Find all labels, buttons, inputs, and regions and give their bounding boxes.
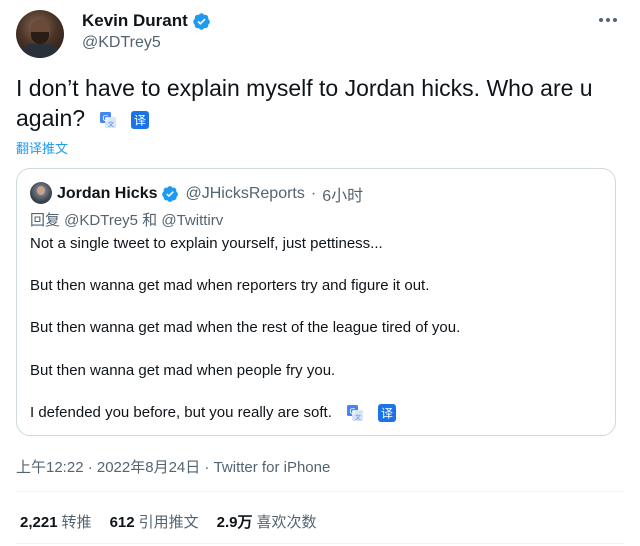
quotes-label: 引用推文 [138,514,199,531]
chinese-translate-icon: 译 [131,110,150,129]
svg-text:文: 文 [355,414,361,422]
verified-badge-icon [192,12,210,30]
author-avatar[interactable] [16,10,64,58]
retweets-label: 转推 [61,514,92,531]
google-translate-icon: G 文 [100,111,117,128]
quoted-separator: · [310,185,317,202]
author-handle[interactable]: @KDTrey5 [82,34,161,52]
quoted-text-line: But then wanna get mad when people fry y… [30,362,336,379]
retweets-count: 2,221 [20,514,58,531]
translate-icons: G 文 译 [346,404,397,423]
svg-text:译: 译 [134,113,146,127]
quotes-count: 612 [109,514,135,531]
chinese-translate-icon: 译 [378,404,397,423]
quoted-tweet[interactable]: Jordan Hicks @JHicksReports · 6小时 回复 @KD… [16,168,616,436]
quoted-avatar [30,182,52,204]
verified-badge-icon [162,186,179,202]
quoted-last-line: I defended you before, but you really ar… [30,404,397,423]
quoted-time: 6小时 [322,188,364,205]
author-name[interactable]: Kevin Durant [82,11,188,31]
quoted-text-line: But then wanna get mad when the rest of … [30,319,461,336]
likes-stat[interactable]: 2.9万 喜欢次数 [217,511,317,532]
quoted-reply-to: 回复 @KDTrey5 和 @Twittirv [30,212,224,229]
likes-count: 2.9万 [216,514,253,531]
google-translate-icon: G 文 [347,405,364,422]
tweet-header: Kevin Durant @KDTrey5 [16,8,624,64]
divider [16,491,624,492]
more-options-icon[interactable] [596,12,620,28]
translate-icons: G 文 译 [99,110,150,129]
quoted-handle: @JHicksReports [185,185,305,202]
quoted-text-line: I defended you before, but you really ar… [30,404,332,421]
tweet-body: I don’t have to explain myself to Jordan… [16,73,624,133]
tweet-stats: 2,221 转推 612 引用推文 2.9万 喜欢次数 [20,511,316,532]
svg-text:译: 译 [381,407,393,421]
quotes-stat[interactable]: 612 引用推文 [110,511,199,532]
translate-tweet-link[interactable]: 翻译推文 [16,138,68,157]
likes-label: 喜欢次数 [256,514,317,531]
quoted-text-line: Not a single tweet to explain yourself, … [30,235,383,252]
retweets-stat[interactable]: 2,221 转推 [20,511,92,532]
tweet-timestamp[interactable]: 上午12:22 · 2022年8月24日 · Twitter for iPhon… [16,456,330,477]
author-name-row[interactable]: Kevin Durant [82,11,211,31]
quoted-text-line: But then wanna get mad when reporters tr… [30,277,430,294]
divider [16,543,624,544]
quoted-name: Jordan Hicks [57,185,158,202]
quoted-header: Jordan Hicks @JHicksReports · 6小时 [57,182,363,206]
svg-text:文: 文 [108,120,114,128]
